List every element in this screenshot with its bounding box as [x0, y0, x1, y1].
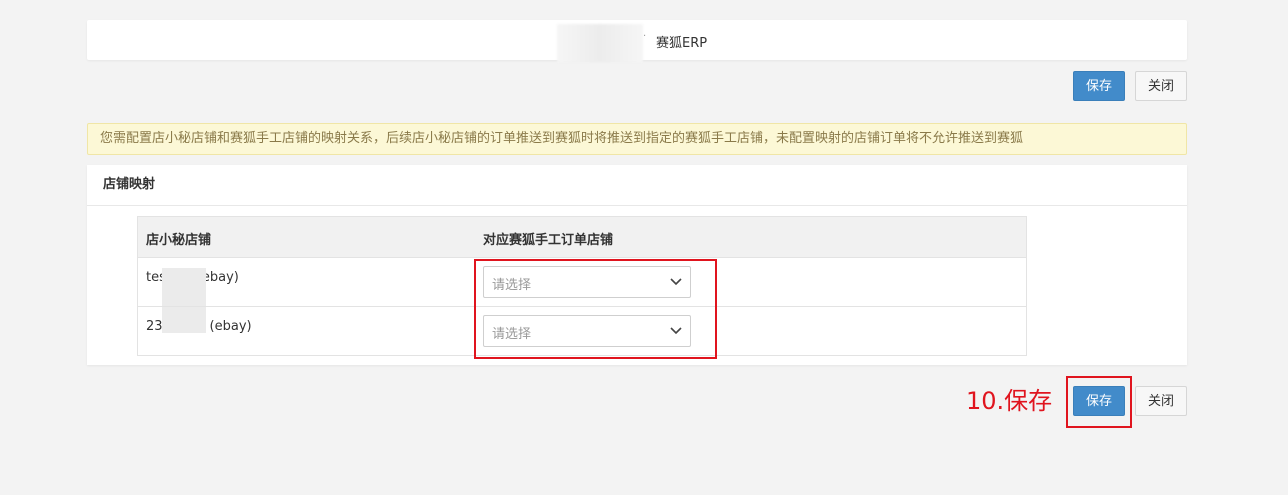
close-button-bottom[interactable]: 关闭: [1135, 386, 1187, 416]
save-button-top[interactable]: 保存: [1073, 71, 1125, 101]
highlight-box-save: [1066, 376, 1132, 428]
notice-banner: 您需配置店小秘店铺和赛狐手工店铺的映射关系，后续店小秘店铺的订单推送到赛狐时将推…: [87, 123, 1187, 155]
column-header-target-store: 对应赛狐手工订单店铺: [483, 233, 614, 248]
page-title: 赛狐ERP: [656, 36, 708, 51]
step-annotation: 10.保存: [966, 387, 1053, 415]
table-header: 店小秘店铺 对应赛狐手工订单店铺: [138, 217, 1026, 258]
header-separator: ·: [643, 31, 647, 42]
highlight-box-selects: [474, 259, 717, 359]
close-button-top[interactable]: 关闭: [1135, 71, 1187, 101]
panel-title: 店铺映射: [87, 165, 1187, 206]
redacted-mask: [162, 268, 206, 306]
header-card: · 赛狐ERP: [87, 20, 1187, 62]
redacted-mask: [162, 307, 206, 333]
blurred-logo: [557, 24, 643, 62]
column-header-source-store: 店小秘店铺: [146, 233, 212, 248]
